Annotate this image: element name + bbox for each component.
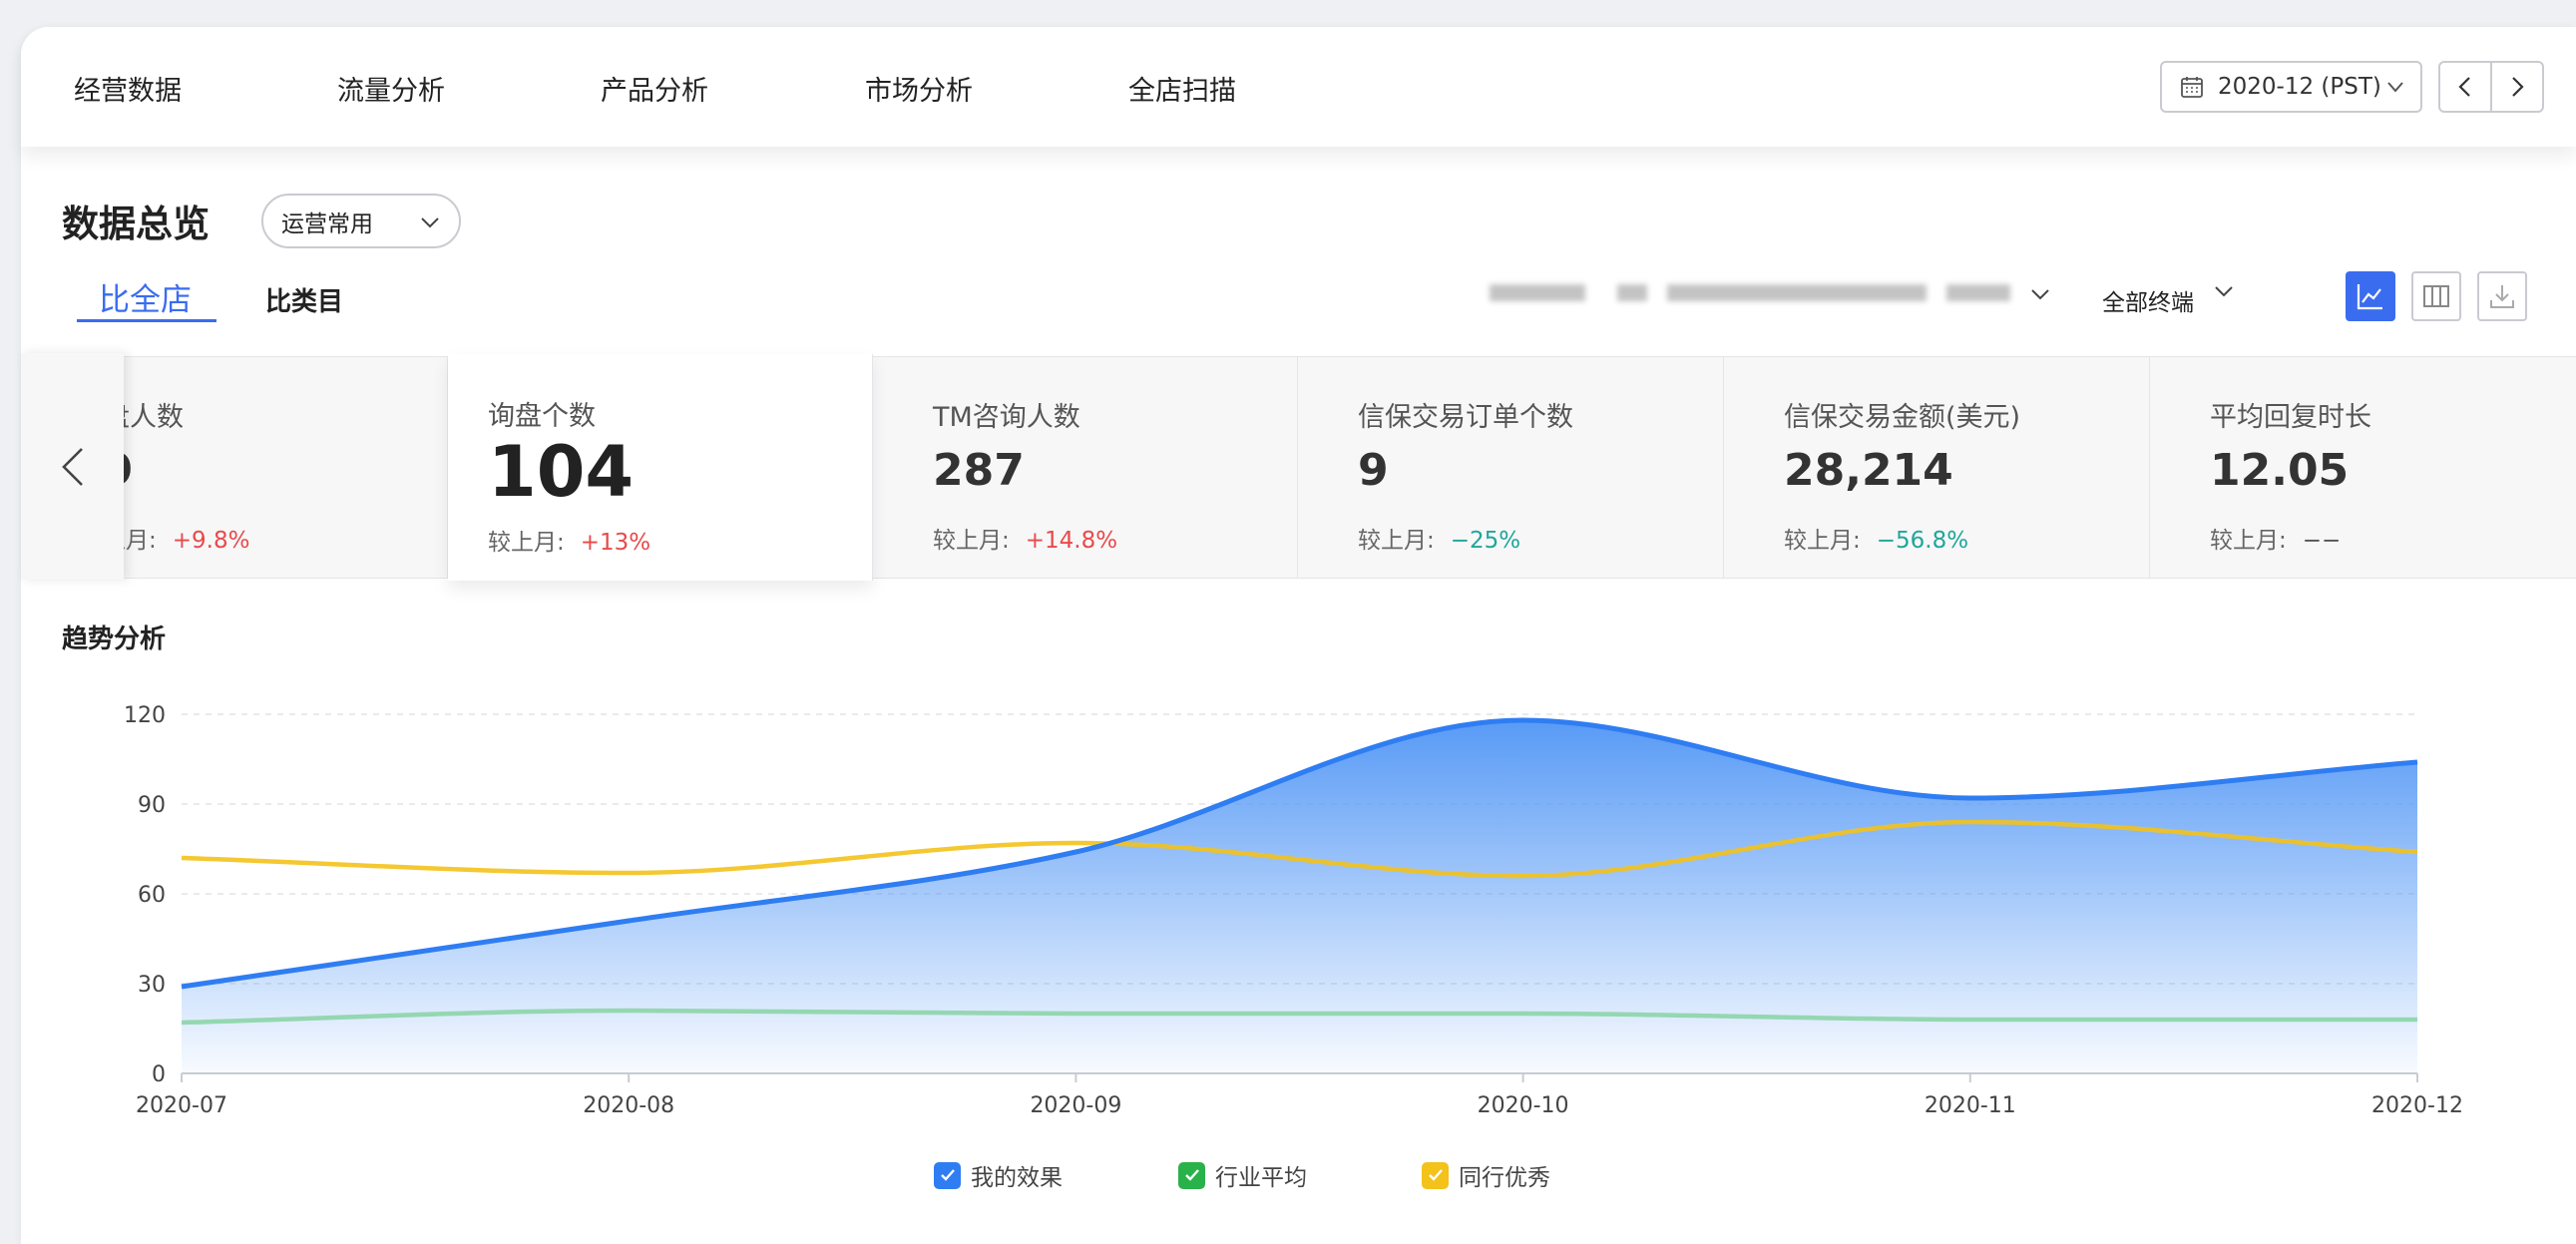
checkbox-checked-icon: [1178, 1161, 1205, 1189]
metric-compare: 较上月: +13%: [488, 523, 650, 557]
y-tick-label: 90: [138, 793, 166, 818]
x-tick-label: 2020-09: [1030, 1093, 1121, 1118]
legend-label: 同行优秀: [1459, 1165, 1550, 1191]
x-tick-label: 2020-10: [1478, 1093, 1569, 1118]
compare-label: 较上月:: [488, 530, 565, 556]
y-tick-label: 120: [124, 703, 166, 728]
legend-item-peer-excellent[interactable]: 同行优秀: [1422, 1158, 1550, 1192]
legend-label: 我的效果: [971, 1165, 1063, 1191]
trend-chart: 0 30 60 90 120 2020-07 2020-08 2020-09 2020-10 20…: [124, 703, 2463, 1118]
y-tick-label: 60: [138, 883, 166, 908]
y-tick-label: 0: [152, 1062, 166, 1087]
x-tick-label: 2020-07: [136, 1093, 227, 1118]
chevron-left-icon: [61, 447, 83, 486]
metrics-scroll-left-button[interactable]: [21, 353, 124, 580]
legend-item-my-effect[interactable]: 我的效果: [934, 1158, 1063, 1192]
metric-label: 询盘个数: [488, 401, 596, 432]
x-tick-label: 2020-11: [1925, 1093, 2016, 1118]
checkbox-checked-icon: [1422, 1161, 1449, 1189]
metric-change: +13%: [580, 530, 651, 556]
legend-label: 行业平均: [1215, 1165, 1307, 1191]
y-tick-label: 30: [138, 973, 166, 998]
metric-card-inquiry-count[interactable]: 询盘个数 104 较上月: +13%: [448, 354, 873, 581]
legend-item-industry-average[interactable]: 行业平均: [1178, 1158, 1307, 1192]
checkbox-checked-icon: [934, 1161, 961, 1189]
x-tick-label: 2020-12: [2371, 1093, 2463, 1118]
x-tick-label: 2020-08: [583, 1093, 674, 1118]
metric-value: 104: [488, 431, 635, 513]
